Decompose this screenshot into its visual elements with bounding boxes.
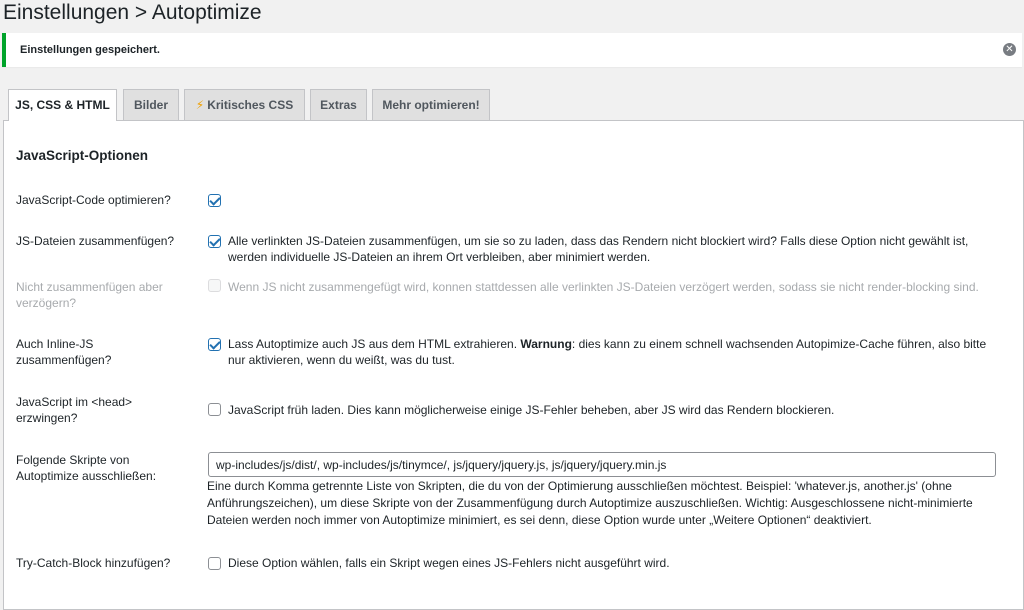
tab-mehr-optimieren[interactable]: Mehr optimieren! <box>372 89 490 120</box>
tab-label: Extras <box>320 98 357 112</box>
tab-js-css-html[interactable]: JS, CSS & HTML <box>8 89 117 121</box>
force-head-label: JavaScript im <head> erzwingen? <box>16 395 133 425</box>
lightning-icon: ⚡ <box>195 98 205 112</box>
force-head-checkbox[interactable] <box>208 403 221 416</box>
tab-bilder[interactable]: Bilder <box>123 89 179 120</box>
warning-text: Warnung <box>520 337 572 351</box>
aggregate-js-description: Alle verlinkten JS-Dateien zusammenfügen… <box>228 234 969 264</box>
defer-js-label: Nicht zusammenfügen aber verzögern? <box>16 280 163 310</box>
section-title: JavaScript-Optionen <box>16 148 149 163</box>
tab-label: JS, CSS & HTML <box>15 98 110 112</box>
notice-text: Einstellungen gespeichert. <box>20 44 160 56</box>
exclude-scripts-label: Folgende Skripte von Autoptimize ausschl… <box>16 453 157 483</box>
exclude-scripts-input[interactable] <box>208 452 996 477</box>
defer-js-checkbox <box>208 279 221 292</box>
tab-extras[interactable]: Extras <box>310 89 367 120</box>
tab-label: Bilder <box>133 98 168 112</box>
try-catch-description: Diese Option wählen, falls ein Skript we… <box>228 556 670 570</box>
tab-label: Mehr optimieren! <box>382 98 480 112</box>
tab-kritisches-css[interactable]: ⚡ Kritisches CSS <box>184 89 305 120</box>
inline-js-label: Auch Inline-JS zusammenfügen? <box>16 337 112 367</box>
aggregate-js-checkbox[interactable] <box>208 235 221 248</box>
try-catch-checkbox[interactable] <box>208 557 221 570</box>
try-catch-label: Try-Catch-Block hinzufügen? <box>16 556 171 570</box>
exclude-scripts-help: Eine durch Komma getrennte Liste von Skr… <box>207 479 973 527</box>
aggregate-js-label: JS-Dateien zusammenfügen? <box>16 234 175 248</box>
inline-js-description: Lass Autoptimize auch JS aus dem HTML ex… <box>228 336 998 368</box>
inline-js-checkbox[interactable] <box>208 338 221 351</box>
close-icon[interactable]: ✕ <box>1003 43 1016 56</box>
defer-js-description: Wenn JS nicht zusammengefügt wird, konne… <box>228 280 979 294</box>
inline-js-desc-pre: Lass Autoptimize auch JS aus dem HTML ex… <box>228 337 521 351</box>
force-head-description: JavaScript früh laden. Dies kann möglich… <box>228 403 835 417</box>
success-notice: Einstellungen gespeichert. ✕ <box>2 33 1022 67</box>
optimize-js-label: JavaScript-Code optimieren? <box>16 193 171 207</box>
settings-panel: JavaScript-Optionen JavaScript-Code opti… <box>3 120 1024 610</box>
optimize-js-checkbox[interactable] <box>208 194 221 207</box>
page-title: Einstellungen > Autoptimize <box>3 1 262 24</box>
tab-label: Kritisches CSS <box>207 98 294 112</box>
